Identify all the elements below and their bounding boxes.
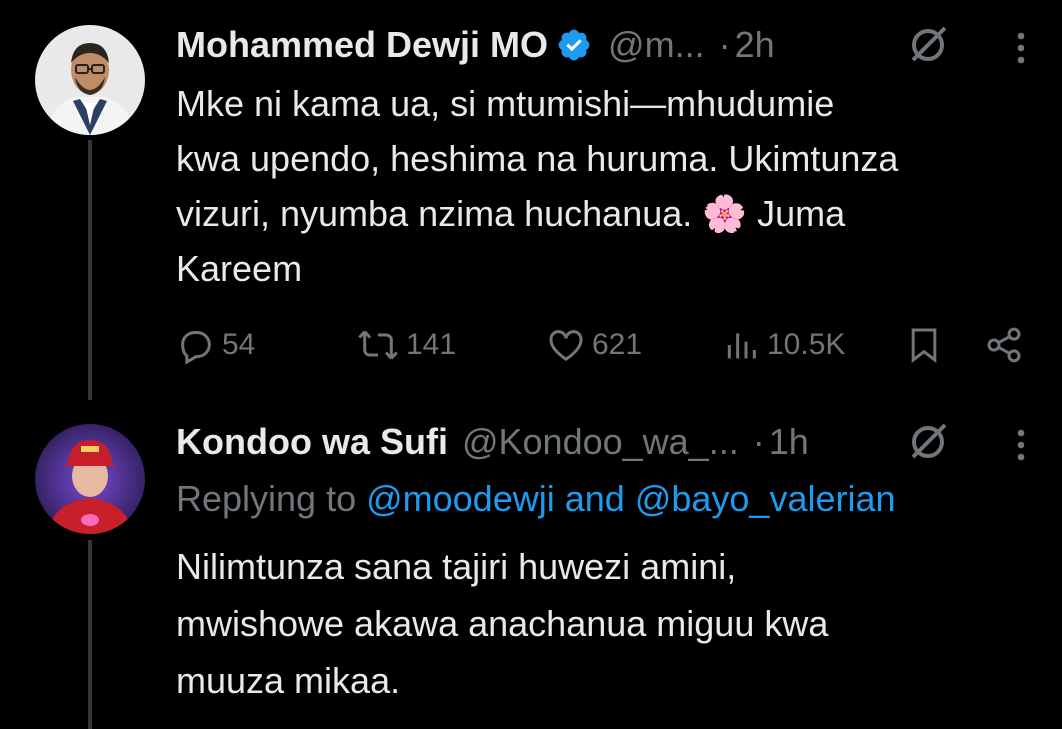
author-name[interactable]: Kondoo wa Sufi <box>176 421 448 463</box>
mention-link[interactable]: @moodewji <box>366 478 555 519</box>
tweet-reply[interactable]: Kondoo wa Sufi @Kondoo_wa_... · 1h Reply… <box>0 400 1062 729</box>
author-handle[interactable]: @m... <box>608 24 705 66</box>
reply-button[interactable]: 54 <box>176 318 255 372</box>
views-button[interactable]: 10.5K <box>721 318 845 372</box>
separator-dot: · <box>718 24 731 65</box>
tweet-main[interactable]: Mohammed Dewji MO @m... · 2h Mke ni kama… <box>0 0 1062 400</box>
tweet-text-line: Kareem <box>176 248 303 289</box>
share-icon <box>987 327 1021 363</box>
replying-to-label: Replying to <box>176 478 367 519</box>
views-count: 10.5K <box>767 328 846 361</box>
repost-icon <box>358 330 398 360</box>
tweet-text: Nilimtunza sana tajiri huwezi amini, mwi… <box>176 538 1046 709</box>
views-icon <box>727 333 756 359</box>
mention-link[interactable]: @bayo_valerian <box>635 478 896 519</box>
bookmark-button[interactable] <box>904 318 944 372</box>
more-options-icon[interactable] <box>1014 30 1028 66</box>
more-options-icon[interactable] <box>1014 427 1028 463</box>
tweet-text-line: Nilimtunza sana tajiri huwezi amini, <box>176 546 737 587</box>
tweet-text-line: Mke ni kama ua, si mtumishi—mhudumie <box>176 83 835 124</box>
timestamp[interactable]: 1h <box>769 421 809 463</box>
repost-count: 141 <box>406 328 457 361</box>
author-handle[interactable]: @Kondoo_wa_... <box>462 421 739 463</box>
grok-icon[interactable] <box>905 419 951 465</box>
heart-icon <box>549 330 583 361</box>
reply-count: 54 <box>222 328 256 361</box>
reply-icon <box>181 331 211 365</box>
avatar[interactable] <box>35 424 145 534</box>
author-name[interactable]: Mohammed Dewji MO <box>176 24 548 66</box>
avatar[interactable] <box>35 25 145 135</box>
grok-icon[interactable] <box>905 22 951 68</box>
verified-badge-icon <box>558 29 590 61</box>
tweet-text-line: mwishowe akawa anachanua miguu kwa <box>176 603 829 644</box>
tweet-text-line: kwa upendo, heshima na huruma. Ukimtunza <box>176 138 899 179</box>
like-button[interactable]: 621 <box>546 318 642 372</box>
tweet-text: Mke ni kama ua, si mtumishi—mhudumie kwa… <box>176 76 1046 296</box>
mention-and: and <box>554 478 635 519</box>
like-count: 621 <box>592 328 643 361</box>
bookmark-icon <box>911 328 937 364</box>
timestamp[interactable]: 2h <box>735 24 775 66</box>
tweet-text-line: vizuri, nyumba nzima huchanua. 🌸 Juma <box>176 193 846 234</box>
share-button[interactable] <box>984 318 1024 372</box>
tweet-text-line: muuza mikaa. <box>176 660 401 701</box>
separator-dot: · <box>752 421 765 462</box>
action-bar: 54 141 621 10.5K <box>176 318 1036 372</box>
repost-button[interactable]: 141 <box>356 318 456 372</box>
replying-to: Replying to @moodewji and @bayo_valerian <box>176 478 896 520</box>
